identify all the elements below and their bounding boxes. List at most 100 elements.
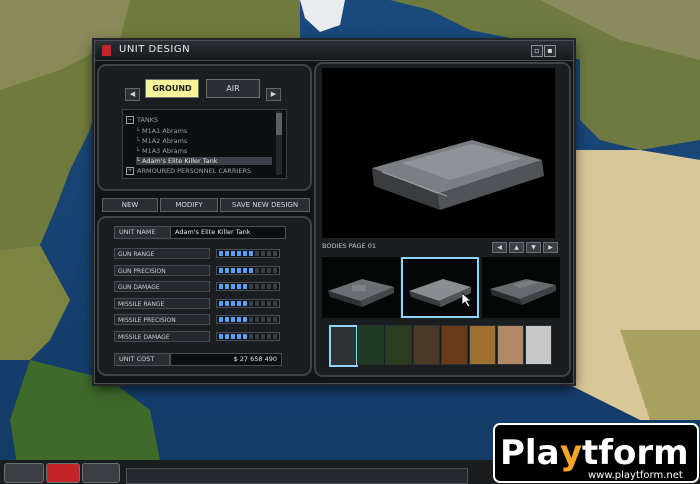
stat-segment <box>249 251 253 256</box>
bottom-button[interactable] <box>82 463 120 483</box>
window-titlebar[interactable]: UNIT DESIGN ▫ ▪ <box>95 41 573 61</box>
bodies-down-icon[interactable]: ▼ <box>526 242 541 253</box>
stat-segment <box>261 333 265 339</box>
tree-group-apc[interactable]: + ARMOURED PERSONNEL CARRIERS <box>126 167 251 175</box>
tank-3d-preview[interactable] <box>322 68 555 238</box>
stat-segment <box>249 267 253 273</box>
color-swatch-selected[interactable] <box>329 325 358 367</box>
stat-segment <box>249 333 253 339</box>
stat-level-bar <box>216 315 280 324</box>
stat-level-bar <box>216 282 280 291</box>
ground-tab[interactable]: GROUND <box>145 79 199 98</box>
bodies-last-icon[interactable]: ▶ <box>543 242 558 253</box>
close-icon[interactable]: ▪ <box>544 45 556 57</box>
stat-segment <box>273 284 277 289</box>
stat-segment <box>219 333 223 339</box>
category-prev-arrow[interactable]: ◀ <box>125 88 140 101</box>
bodies-up-icon[interactable]: ▲ <box>509 242 524 253</box>
tree-item-selected[interactable]: └ Adam's Elite Killer Tank <box>136 157 272 165</box>
tree-item[interactable]: └ M1A2 Abrams <box>136 137 187 145</box>
category-next-arrow[interactable]: ▶ <box>266 88 281 101</box>
tree-group-tanks[interactable]: − TANKS <box>126 116 158 124</box>
color-swatch[interactable] <box>441 325 468 365</box>
stat-segment <box>237 317 241 322</box>
stat-segment <box>255 284 259 289</box>
stat-segment <box>237 300 241 306</box>
stat-segment <box>255 317 259 322</box>
tree-scroll-thumb[interactable] <box>276 113 282 135</box>
stat-segment <box>267 251 271 256</box>
svg-text:Pla: Pla <box>500 433 560 473</box>
unit-name-field[interactable]: Adam's Elite Killer Tank <box>170 226 286 239</box>
collapse-icon[interactable]: − <box>126 116 134 124</box>
stat-segment <box>273 300 277 306</box>
stat-segment <box>219 251 223 256</box>
stat-row: MISSILE PRECISION <box>114 314 282 325</box>
svg-text:tform: tform <box>582 433 689 473</box>
stat-segment <box>267 284 271 289</box>
color-swatch[interactable] <box>385 325 412 365</box>
stat-row: GUN PRECISION <box>114 264 282 276</box>
stat-segment <box>273 251 277 256</box>
stat-segment <box>261 267 265 273</box>
stat-row: GUN DAMAGE <box>114 281 282 292</box>
stat-label: MISSILE RANGE <box>114 297 210 309</box>
bottom-button[interactable] <box>4 463 44 483</box>
new-button[interactable]: NEW <box>102 198 158 212</box>
unit-stats-panel <box>97 216 312 376</box>
expand-icon[interactable]: + <box>126 167 134 175</box>
stat-label: GUN PRECISION <box>114 264 210 276</box>
mouse-cursor-icon <box>462 293 472 307</box>
bodies-first-icon[interactable]: ◀ <box>492 242 507 253</box>
stat-segment <box>261 251 265 256</box>
color-swatch[interactable] <box>413 325 440 365</box>
stat-segment <box>255 300 259 306</box>
color-swatch[interactable] <box>469 325 496 365</box>
stat-segment <box>243 300 247 306</box>
modify-button[interactable]: MODIFY <box>160 198 218 212</box>
bodies-page-label: BODIES PAGE 01 <box>322 242 376 250</box>
color-swatch[interactable] <box>525 325 552 365</box>
stat-segment <box>237 251 241 256</box>
save-new-design-button[interactable]: SAVE NEW DESIGN <box>220 198 310 212</box>
stat-segment <box>249 300 253 306</box>
body-thumbnail-selected[interactable] <box>401 257 479 318</box>
stat-level-bar <box>216 298 280 308</box>
svg-text:y: y <box>560 433 582 473</box>
unit-cost-label: UNIT COST <box>114 353 170 366</box>
stat-segment <box>273 317 277 322</box>
stat-segment <box>243 333 247 339</box>
tree-group-label: TANKS <box>137 116 159 124</box>
tree-item[interactable]: └ M1A3 Abrams <box>136 147 187 155</box>
unit-name-label: UNIT NAME <box>114 226 172 239</box>
stat-row: MISSILE DAMAGE <box>114 330 282 342</box>
body-thumbnail[interactable] <box>322 257 400 318</box>
air-tab[interactable]: AIR <box>206 79 260 98</box>
stat-segment <box>231 267 235 273</box>
svg-text:www.playtform.net: www.playtform.net <box>588 470 683 481</box>
color-swatch[interactable] <box>497 325 524 365</box>
stat-label: MISSILE PRECISION <box>114 314 210 325</box>
bottom-status-strip <box>126 468 468 484</box>
stat-segment <box>267 267 271 273</box>
stat-segment <box>273 333 277 339</box>
stat-segment <box>231 300 235 306</box>
color-swatch[interactable] <box>357 325 384 365</box>
minimize-icon[interactable]: ▫ <box>531 45 543 57</box>
stat-label: GUN DAMAGE <box>114 281 210 292</box>
playtform-logo: Pla y tform www.playtform.net <box>493 423 699 483</box>
body-thumbnail[interactable] <box>482 257 560 318</box>
stat-segment <box>249 317 253 322</box>
bottom-alert-button[interactable] <box>46 463 80 483</box>
stat-level-bar <box>216 265 280 275</box>
unit-cost-value: $ 27 658 490 <box>170 353 282 366</box>
window-title: UNIT DESIGN <box>119 44 191 55</box>
stat-segment <box>255 333 259 339</box>
stat-segment <box>267 333 271 339</box>
stat-segment <box>249 284 253 289</box>
stat-segment <box>219 317 223 322</box>
stat-segment <box>225 284 229 289</box>
tree-item[interactable]: └ M1A1 Abrams <box>136 127 187 135</box>
stat-segment <box>255 251 259 256</box>
stat-segment <box>231 317 235 322</box>
